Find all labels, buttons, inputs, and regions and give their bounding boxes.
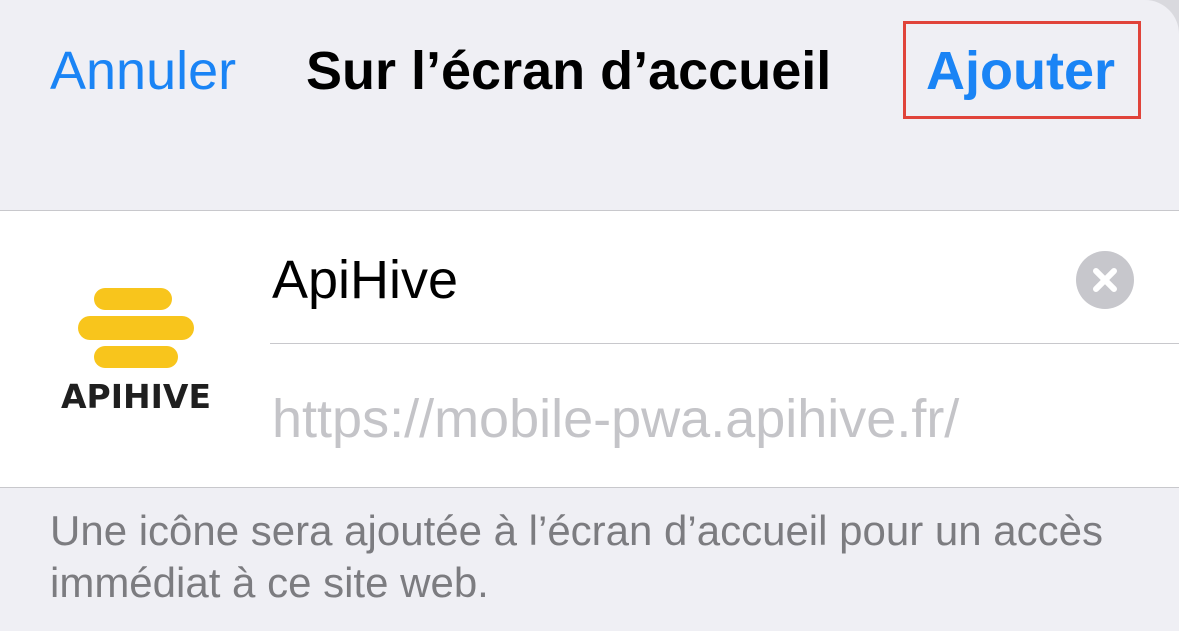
logo-wordmark: APIHIVE xyxy=(61,377,211,416)
shortcut-card: APIHIVE ApiHive https://mobile-pwa.apihi… xyxy=(0,210,1179,488)
name-field[interactable]: ApiHive xyxy=(270,241,1179,344)
x-circle-icon xyxy=(1093,268,1117,292)
apihive-logo-icon: APIHIVE xyxy=(50,271,222,431)
site-url: https://mobile-pwa.apihive.fr/ xyxy=(272,389,960,449)
cancel-button[interactable]: Annuler xyxy=(50,38,236,104)
add-button[interactable]: Ajouter xyxy=(926,38,1115,104)
page-title: Sur l’écran d’accueil xyxy=(306,41,832,101)
hive-bar-bottom xyxy=(94,346,178,368)
hive-bar-top xyxy=(94,288,172,310)
clear-button[interactable] xyxy=(1076,251,1134,309)
footer-note: Une icône sera ajoutée à l’écran d’accue… xyxy=(50,507,1103,606)
add-button-highlight: Ajouter xyxy=(903,21,1141,119)
add-to-home-screen-sheet: Annuler Sur l’écran d’accueil Ajouter AP… xyxy=(0,0,1179,631)
name-input[interactable]: ApiHive xyxy=(272,247,458,313)
hive-bar-middle xyxy=(78,316,194,340)
navigation-bar: Annuler Sur l’écran d’accueil Ajouter xyxy=(0,0,1179,150)
